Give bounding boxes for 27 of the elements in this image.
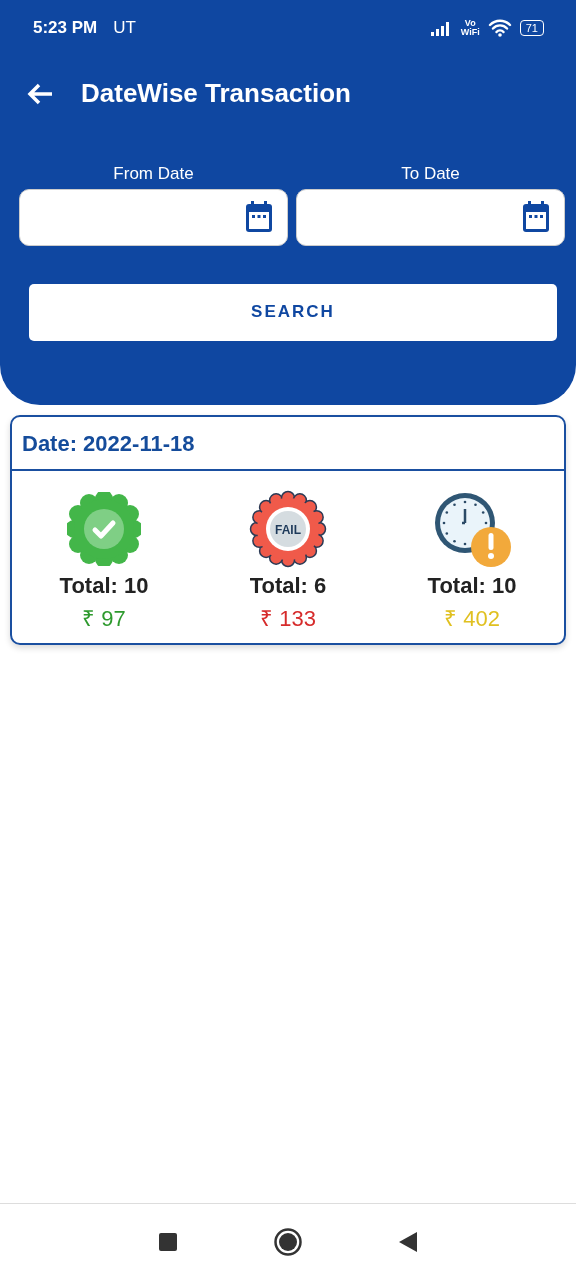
amount-value: ₹ 402 xyxy=(444,605,500,633)
back-arrow-icon[interactable] xyxy=(26,81,54,106)
search-button[interactable]: SEARCH xyxy=(29,283,557,341)
amount-value: ₹ 97 xyxy=(82,605,126,633)
carrier-label: UT xyxy=(113,17,136,40)
check-badge-icon xyxy=(67,492,141,566)
wifi-icon xyxy=(487,19,512,37)
amount-value: ₹ 133 xyxy=(260,605,316,633)
date-heading: Date: 2022-11-18 xyxy=(12,417,564,471)
battery-level: 71 xyxy=(519,20,544,36)
status-time: 5:23 PM xyxy=(33,17,98,40)
recents-icon[interactable] xyxy=(158,1232,178,1252)
back-icon[interactable] xyxy=(398,1231,418,1253)
vowifi-label: WiFi xyxy=(460,28,480,37)
field-label: From Date xyxy=(112,163,195,185)
page-title: DateWise Transaction xyxy=(81,77,351,110)
calendar-icon[interactable] xyxy=(244,200,274,234)
field-label: To Date xyxy=(400,163,461,185)
calendar-icon[interactable] xyxy=(521,200,551,234)
date-field[interactable] xyxy=(296,188,565,246)
date-field[interactable] xyxy=(19,188,288,246)
vowifi-label: Vo xyxy=(464,19,476,28)
total-count: Total: 10 xyxy=(427,572,517,600)
total-count: Total: 10 xyxy=(59,572,149,600)
home-icon[interactable] xyxy=(273,1227,303,1257)
clock-warning-icon xyxy=(432,490,512,568)
total-count: Total: 6 xyxy=(249,572,327,600)
